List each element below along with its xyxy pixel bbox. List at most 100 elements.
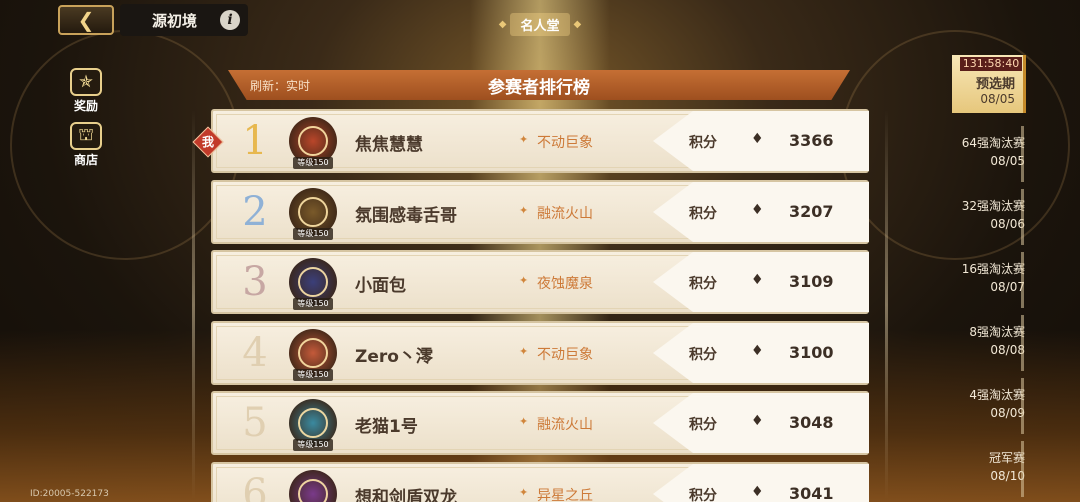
stage-divider <box>1021 378 1024 434</box>
score-flame-icon: ♦ <box>751 202 764 218</box>
divider-left <box>192 110 195 500</box>
stage-divider <box>1021 252 1024 308</box>
stage-divider <box>1021 126 1024 182</box>
stage-date: 08/05 <box>980 92 1015 106</box>
hall-title-label: 名人堂 <box>510 12 570 36</box>
shop-button[interactable]: ⛫ 商店 <box>62 122 110 168</box>
rank-number: 6 <box>242 471 268 502</box>
level-badge: 等级150 <box>293 439 333 451</box>
stage-date: 08/08 <box>990 343 1025 357</box>
stage-item[interactable]: 16强淘汰赛 08/07 <box>962 260 1025 296</box>
level-badge: 等级150 <box>293 228 333 240</box>
stage-name: 4强淘汰赛 <box>969 388 1025 402</box>
score-value: 3109 <box>789 272 834 291</box>
leaderboard-row[interactable]: 1 等级150 焦焦慧慧 ✦ 不动巨象 积分 ♦ 3366 <box>211 109 869 173</box>
divider-right <box>885 110 888 500</box>
score-label: 积分 <box>689 135 717 151</box>
back-arrow-icon: ❮ <box>77 8 95 32</box>
faction-star-icon: ✦ <box>519 345 529 358</box>
leaderboard-title: 参赛者排行榜 <box>488 77 590 98</box>
score-label: 积分 <box>689 417 717 433</box>
avatar-emblem-icon <box>298 338 328 368</box>
score-label: 积分 <box>689 347 717 363</box>
stage-name: 16强淘汰赛 <box>961 262 1025 276</box>
player-name: 氛围感毒舌哥 <box>355 206 457 226</box>
avatar-emblem-icon <box>298 479 328 502</box>
reward-icon: ✯ <box>70 68 102 96</box>
stage-name: 32强淘汰赛 <box>961 199 1025 213</box>
score-flame-icon: ♦ <box>751 131 764 147</box>
stage-name: 8强淘汰赛 <box>969 325 1025 339</box>
reward-label: 奖励 <box>73 99 98 113</box>
info-icon[interactable]: i <box>220 10 240 30</box>
score-flame-icon: ♦ <box>751 343 764 359</box>
avatar-emblem-icon <box>298 197 328 227</box>
faction-star-icon: ✦ <box>519 274 529 287</box>
realm-selector[interactable]: 源初境 i <box>120 4 248 36</box>
rank-number: 3 <box>242 259 268 305</box>
hall-of-fame-title: ◆ 名人堂 ◆ <box>470 8 610 40</box>
level-badge: 等级150 <box>293 369 333 381</box>
score-flame-icon: ♦ <box>751 272 764 288</box>
faction-name: 不动巨象 <box>537 135 593 151</box>
faction-name: 不动巨象 <box>537 347 593 363</box>
player-name: 老猫1号 <box>355 417 418 437</box>
score-flame-icon: ♦ <box>751 413 764 429</box>
stage-name: 冠军赛 <box>988 451 1025 465</box>
stage-divider <box>1021 315 1024 371</box>
faction-name: 融流火山 <box>537 206 593 222</box>
rank-number: 4 <box>242 330 268 376</box>
stage-divider <box>1021 189 1024 245</box>
player-name: Zero丶澪 <box>355 347 433 367</box>
ornament-left-icon: ◆ <box>498 18 507 30</box>
level-badge: 等级150 <box>293 157 333 169</box>
leaderboard-row[interactable]: 3 等级150 小面包 ✦ 夜蚀魔泉 积分 ♦ 3109 <box>211 250 869 314</box>
score-label: 积分 <box>689 276 717 292</box>
reward-button[interactable]: ✯ 奖励 <box>62 68 110 114</box>
score-value: 3100 <box>789 343 834 362</box>
stage-date: 08/07 <box>990 280 1025 294</box>
stage-item[interactable]: 8强淘汰赛 08/08 <box>969 323 1025 359</box>
rank-number: 2 <box>242 189 268 235</box>
stage-divider <box>1021 441 1024 497</box>
avatar-emblem-icon <box>298 267 328 297</box>
back-button[interactable]: ❮ <box>58 5 114 35</box>
leaderboard-row[interactable]: 5 等级150 老猫1号 ✦ 融流火山 积分 ♦ 3048 <box>211 391 869 455</box>
realm-label: 源初境 <box>152 11 198 30</box>
faction-star-icon: ✦ <box>519 415 529 428</box>
stage-name: 64强淘汰赛 <box>961 136 1025 150</box>
faction-name: 异星之丘 <box>537 488 593 502</box>
stage-date: 08/05 <box>990 154 1025 168</box>
level-badge: 等级150 <box>293 298 333 310</box>
score-flame-icon: ♦ <box>751 484 764 500</box>
leaderboard-row[interactable]: 4 等级150 Zero丶澪 ✦ 不动巨象 积分 ♦ 3100 <box>211 321 869 385</box>
avatar-emblem-icon <box>298 126 328 156</box>
me-tag-label: 我 <box>201 135 214 149</box>
score-value: 3048 <box>789 413 834 432</box>
user-id: ID:20005-522173 <box>30 489 109 499</box>
leaderboard-header: 刷新：实时 参赛者排行榜 <box>228 70 850 100</box>
stage-item[interactable]: 64强淘汰赛 08/05 <box>962 134 1025 170</box>
shop-label: 商店 <box>73 153 98 167</box>
ornament-right-icon: ◆ <box>573 18 582 30</box>
shop-icon: ⛫ <box>70 122 102 150</box>
faction-star-icon: ✦ <box>519 133 529 146</box>
leaderboard-row[interactable]: 2 等级150 氛围感毒舌哥 ✦ 融流火山 积分 ♦ 3207 <box>211 180 869 244</box>
score-value: 3041 <box>789 484 834 502</box>
score-label: 积分 <box>689 488 717 502</box>
stage-item[interactable]: 4强淘汰赛 08/09 <box>969 386 1025 422</box>
rank-number: 1 <box>242 118 268 164</box>
rank-number: 5 <box>242 400 268 446</box>
leaderboard-row[interactable]: 6 想和剑盾双龙 ✦ 异星之丘 积分 ♦ 3041 <box>211 462 869 502</box>
stage-preliminary[interactable]: 131:58:40 预选期 08/05 <box>952 55 1026 113</box>
score-label: 积分 <box>689 206 717 222</box>
score-value: 3366 <box>789 131 834 150</box>
faction-star-icon: ✦ <box>519 204 529 217</box>
stage-item[interactable]: 冠军赛 08/10 <box>989 449 1025 485</box>
player-name: 想和剑盾双龙 <box>355 488 457 502</box>
stage-date: 08/09 <box>990 406 1025 420</box>
stage-name: 预选期 <box>975 77 1015 92</box>
player-name: 小面包 <box>355 276 406 296</box>
stage-date: 08/10 <box>990 469 1025 483</box>
stage-item[interactable]: 32强淘汰赛 08/06 <box>962 197 1025 233</box>
